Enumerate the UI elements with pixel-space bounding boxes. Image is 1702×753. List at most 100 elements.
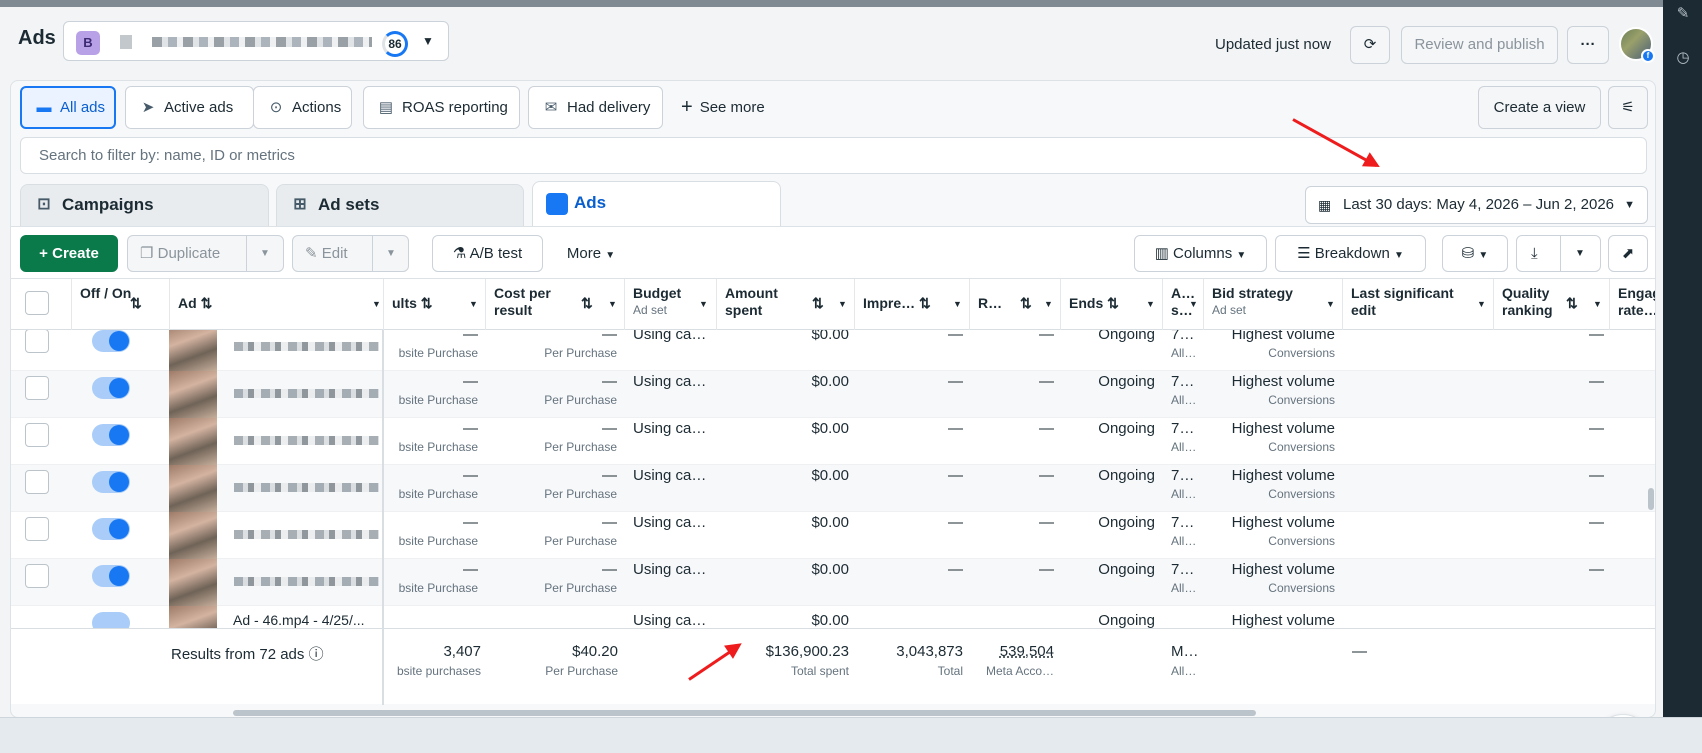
tab-label: Ads: [574, 193, 607, 212]
header-bid-strategy[interactable]: Bid strategy Ad set ▼: [1204, 279, 1343, 330]
avatar[interactable]: f: [1619, 27, 1655, 63]
header-reach[interactable]: R… ⇅ ▼: [970, 279, 1061, 330]
view-had-delivery[interactable]: ✉ Had delivery: [528, 86, 663, 129]
header-cost-per-result[interactable]: Cost per result ⇅ ▼: [486, 279, 625, 330]
duplicate-button[interactable]: ❐ Duplicate ▼: [127, 235, 284, 272]
view-settings-button[interactable]: ⚟: [1608, 86, 1648, 129]
sort-icon[interactable]: ⇅: [581, 295, 593, 312]
totals-reach[interactable]: 539,504: [970, 643, 1054, 660]
vertical-scrollbar[interactable]: [1648, 488, 1654, 510]
action-icon: ⊙: [269, 99, 283, 116]
select-all-checkbox[interactable]: [25, 291, 49, 315]
row-checkbox[interactable]: [25, 423, 49, 447]
table-row[interactable]: Ad - 46.mp4 - 4/25/... Using ca… $0.00 Ongo…: [11, 606, 1655, 628]
header-ad[interactable]: Ad ⇅ ▼: [170, 279, 384, 330]
view-all-ads[interactable]: ▬ All ads: [20, 86, 116, 129]
ab-test-button[interactable]: ⚗ A/B test: [432, 235, 543, 272]
sort-icon[interactable]: ⇅: [130, 295, 142, 312]
tab-ads[interactable]: Ads: [532, 181, 781, 226]
header-off-on[interactable]: Off / On ⇅: [72, 279, 170, 330]
row-checkbox[interactable]: [25, 564, 49, 588]
more-options-button[interactable]: ···: [1567, 26, 1609, 64]
row-checkbox[interactable]: [25, 470, 49, 494]
table-row[interactable]: — bsite Purchase — Per Purchase Using ca… $0.…: [11, 324, 1655, 371]
header-quality-ranking[interactable]: Quality ranking ⇅ ▼: [1494, 279, 1610, 330]
chevron-down-icon[interactable]: ▼: [1477, 296, 1486, 313]
create-button[interactable]: + Create: [20, 235, 118, 272]
clock-icon[interactable]: ◷: [1673, 48, 1693, 68]
refresh-button[interactable]: ⟳: [1350, 26, 1390, 64]
header-amount-spent[interactable]: Amount spent ⇅ ▼: [717, 279, 855, 330]
more-button[interactable]: More ▼: [551, 235, 631, 272]
quality-ranking-value: —: [1589, 514, 1604, 531]
chevron-down-icon[interactable]: ▼: [422, 34, 434, 48]
columns-button[interactable]: ▥ Columns ▼: [1134, 235, 1267, 272]
search-input[interactable]: Search to filter by: name, ID or metrics: [20, 137, 1647, 174]
sort-icon[interactable]: ⇅: [919, 295, 931, 311]
delivery-toggle[interactable]: [92, 330, 130, 352]
row-checkbox[interactable]: [25, 329, 49, 353]
reports-button[interactable]: ⛁ ▼: [1442, 235, 1508, 272]
header-budget[interactable]: Budget Ad set ▼: [625, 279, 717, 330]
horizontal-scrollbar[interactable]: [233, 710, 1256, 716]
sort-icon[interactable]: ⇅: [1107, 295, 1119, 311]
table-row[interactable]: — bsite Purchase — Per Purchase Using ca… $0.…: [11, 371, 1655, 418]
tab-ad-sets[interactable]: ⊞ Ad sets: [276, 184, 524, 226]
date-range-picker[interactable]: ▦ Last 30 days: May 4, 2026 – Jun 2, 2026…: [1305, 186, 1648, 224]
opportunity-score[interactable]: 86: [382, 31, 408, 57]
chevron-down-icon[interactable]: ▼: [608, 296, 617, 313]
chevron-down-icon[interactable]: ▼: [260, 236, 270, 271]
account-selector[interactable]: B 86 ▼: [63, 21, 449, 61]
sort-icon[interactable]: ⇅: [1020, 295, 1032, 311]
sort-icon[interactable]: ⇅: [1566, 295, 1578, 312]
view-roas-reporting[interactable]: ▤ ROAS reporting: [363, 86, 520, 129]
review-publish-button[interactable]: Review and publish: [1401, 26, 1558, 64]
header-engagement-rate[interactable]: Engage rate…: [1610, 279, 1655, 330]
page-title: Ads: [18, 27, 56, 49]
create-view-button[interactable]: Create a view: [1478, 86, 1601, 129]
chevron-down-icon[interactable]: ▼: [386, 236, 396, 271]
header-impressions[interactable]: Impre… ⇅ ▼: [855, 279, 970, 330]
table-row[interactable]: — bsite Purchase — Per Purchase Using ca… $0.…: [11, 512, 1655, 559]
table-row[interactable]: — bsite Purchase — Per Purchase Using ca… $0.…: [11, 559, 1655, 606]
breakdown-button[interactable]: ☰ Breakdown ▼: [1275, 235, 1426, 272]
chevron-down-icon[interactable]: ▼: [1146, 296, 1155, 313]
delivery-toggle[interactable]: [92, 424, 130, 446]
pencil-icon[interactable]: ✎: [1673, 4, 1693, 24]
delivery-toggle[interactable]: [92, 612, 130, 628]
row-checkbox[interactable]: [25, 376, 49, 400]
sort-icon[interactable]: ⇅: [201, 295, 213, 311]
table-row[interactable]: — bsite Purchase — Per Purchase Using ca… $0.…: [11, 465, 1655, 512]
header-attribution[interactable]: A… s… ▼: [1163, 279, 1204, 330]
chevron-down-icon[interactable]: ▼: [1326, 296, 1335, 313]
ads-manager: Ads B 86 ▼ Updated just now ⟳ Review and…: [0, 7, 1663, 753]
chevron-down-icon[interactable]: ▼: [1189, 296, 1198, 313]
delivery-toggle[interactable]: [92, 518, 130, 540]
header-results[interactable]: ults ⇅ ▼: [384, 279, 486, 330]
delivery-toggle[interactable]: [92, 565, 130, 587]
charts-button[interactable]: ⬈: [1608, 235, 1648, 272]
chevron-down-icon[interactable]: ▼: [1044, 296, 1053, 313]
delivery-toggle[interactable]: [92, 377, 130, 399]
edit-button[interactable]: ✎ Edit ▼: [292, 235, 409, 272]
export-button[interactable]: ⤓ ▼: [1516, 235, 1601, 272]
header-last-significant-edit[interactable]: Last significant edit ▼: [1343, 279, 1494, 330]
info-icon[interactable]: ⓘ: [309, 646, 324, 663]
chevron-down-icon[interactable]: ▼: [1593, 296, 1602, 313]
sort-icon[interactable]: ⇅: [421, 295, 433, 311]
tab-campaigns[interactable]: ⊡ Campaigns: [20, 184, 269, 226]
chevron-down-icon[interactable]: ▼: [699, 296, 708, 313]
chevron-down-icon[interactable]: ▼: [1575, 236, 1585, 271]
chevron-down-icon[interactable]: ▼: [372, 296, 381, 313]
chevron-down-icon[interactable]: ▼: [469, 296, 478, 313]
chevron-down-icon[interactable]: ▼: [838, 296, 847, 313]
header-ends[interactable]: Ends ⇅ ▼: [1061, 279, 1163, 330]
view-active-ads[interactable]: ➤ Active ads: [125, 86, 254, 129]
sort-icon[interactable]: ⇅: [812, 295, 824, 312]
view-actions[interactable]: ⊙ Actions: [253, 86, 352, 129]
delivery-toggle[interactable]: [92, 471, 130, 493]
chevron-down-icon[interactable]: ▼: [953, 296, 962, 313]
row-checkbox[interactable]: [25, 517, 49, 541]
table-row[interactable]: — bsite Purchase — Per Purchase Using ca… $0.…: [11, 418, 1655, 465]
see-more-button[interactable]: + See more: [681, 86, 765, 129]
